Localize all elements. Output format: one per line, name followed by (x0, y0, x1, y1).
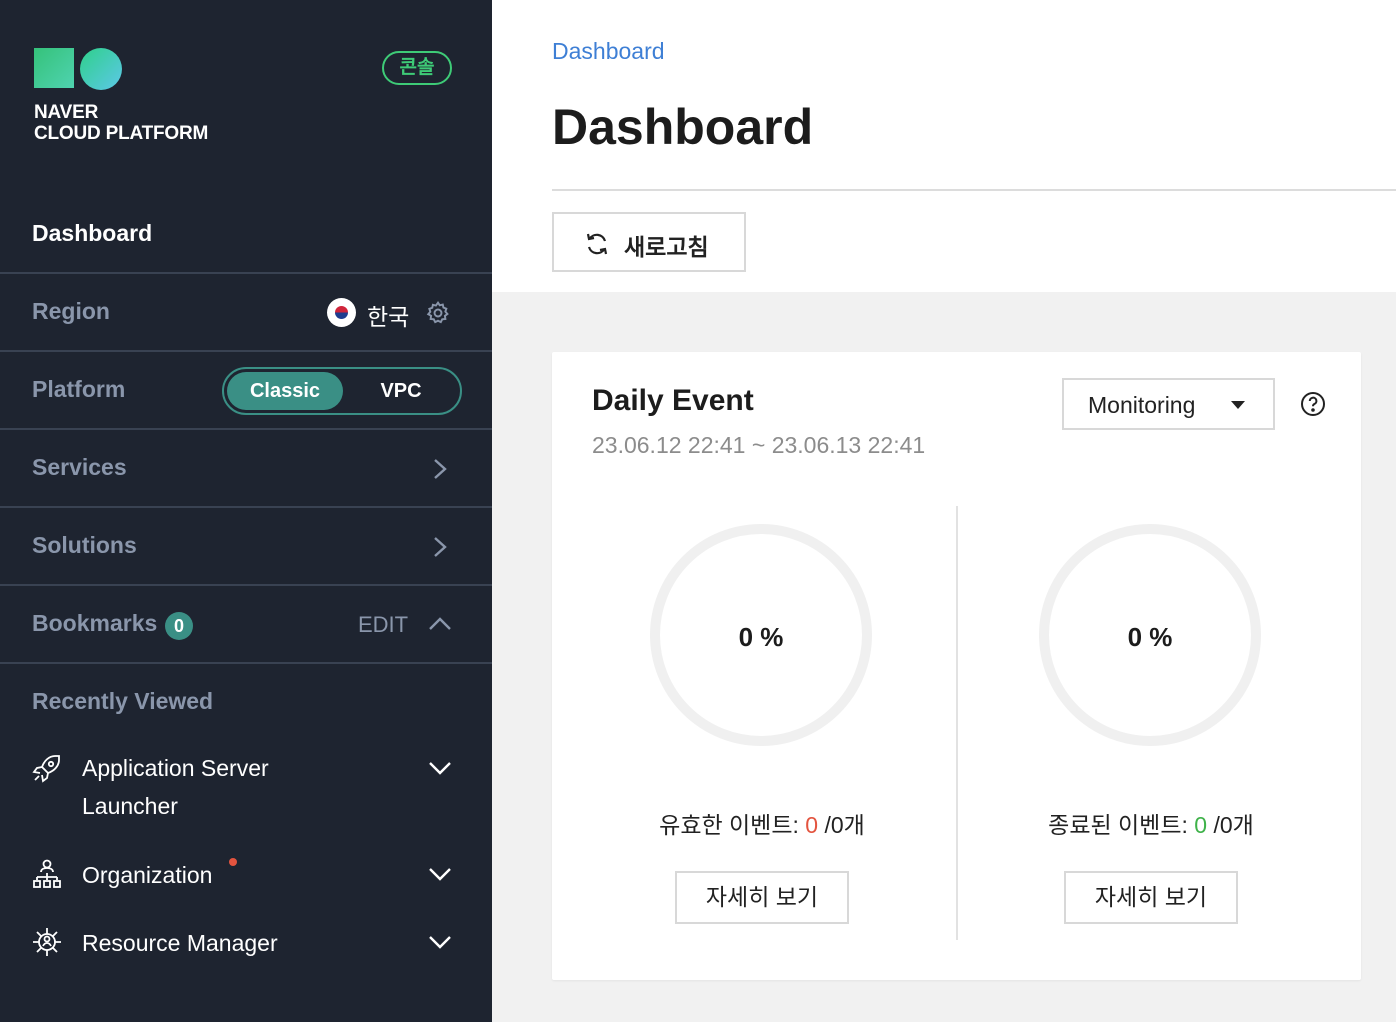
gauge-percent: 0 % (1127, 622, 1173, 652)
chevron-down-icon[interactable] (428, 866, 452, 882)
closed-events-stat: 종료된 이벤트: 0 /0개 (971, 806, 1331, 840)
platform-label: Platform (32, 376, 126, 402)
recently-viewed-label: Recently Viewed (32, 688, 214, 714)
rocket-icon (32, 755, 60, 783)
region-label: Region (32, 298, 110, 324)
date-range: 23.06.12 22:41 ~ 23.06.13 22:41 (592, 432, 926, 458)
bookmarks-label: Bookmarks (32, 610, 158, 636)
solutions-label: Solutions (32, 532, 137, 558)
nav-solutions[interactable]: Solutions (0, 506, 492, 584)
chevron-down-icon[interactable] (428, 760, 452, 776)
card-title: Daily Event (592, 384, 754, 417)
bookmarks-count-badge: 0 (165, 612, 193, 640)
chevron-down-icon[interactable] (428, 934, 452, 950)
korea-flag-icon (327, 298, 356, 327)
platform-option-vpc[interactable]: VPC (344, 372, 458, 410)
org-chart-icon (33, 859, 61, 888)
stat-count: 0 (1194, 812, 1208, 838)
recently-viewed-section: Recently Viewed (0, 662, 492, 1022)
platform-toggle: Classic VPC (222, 367, 462, 415)
region-value[interactable]: 한국 (367, 298, 409, 332)
bookmarks-edit-button[interactable]: EDIT (358, 612, 408, 638)
notification-dot (229, 858, 237, 866)
stat-label: 종료된 이벤트: (1048, 812, 1195, 838)
recent-item-label: Resource Manager (82, 930, 278, 956)
stat-total: /0개 (818, 812, 865, 838)
logo-mark-icon (34, 48, 124, 90)
logo-line1: NAVER (34, 102, 99, 123)
sidebar: NAVER CLOUD PLATFORM 콘솔 Dashboard Region… (0, 0, 492, 1022)
console-badge[interactable]: 콘솔 (382, 51, 452, 85)
chevron-right-icon (434, 459, 447, 479)
column-separator (956, 506, 958, 940)
caret-down-icon (1231, 401, 1245, 409)
gear-icon[interactable] (425, 300, 451, 326)
naver-cloud-logo[interactable]: NAVER CLOUD PLATFORM (34, 48, 208, 144)
refresh-icon (586, 233, 608, 255)
nav-bookmarks: Bookmarks 0 EDIT (0, 584, 492, 662)
platform-row: Platform Classic VPC (0, 350, 492, 428)
chevron-up-icon[interactable] (428, 616, 452, 632)
recent-item-label-line2: Launcher (82, 793, 178, 819)
breadcrumb[interactable]: Dashboard (552, 38, 665, 65)
stat-total: /0개 (1207, 812, 1254, 838)
logo-line2: CLOUD PLATFORM (34, 123, 209, 144)
chevron-right-icon (434, 537, 447, 557)
main-header: Dashboard Dashboard 새로고침 (492, 0, 1396, 292)
monitoring-select[interactable]: Monitoring (1062, 378, 1275, 430)
closed-events-gauge: 0 % (1039, 524, 1261, 746)
refresh-button[interactable]: 새로고침 (552, 212, 746, 272)
recent-item-label: Application Server (82, 755, 269, 781)
platform-option-classic[interactable]: Classic (227, 372, 343, 410)
help-circle-icon[interactable] (1300, 391, 1326, 417)
recent-item-label: Organization (82, 862, 213, 888)
stat-label: 유효한 이벤트: (659, 812, 806, 838)
refresh-label: 새로고침 (624, 234, 709, 260)
gauge-percent: 0 % (738, 622, 784, 652)
select-value: Monitoring (1088, 392, 1196, 418)
stat-count: 0 (805, 812, 819, 838)
page-title: Dashboard (552, 99, 814, 155)
nav-dashboard[interactable]: Dashboard (32, 220, 152, 247)
resource-manager-icon (33, 928, 61, 956)
valid-events-stat: 유효한 이벤트: 0 /0개 (582, 806, 942, 840)
region-row: Region 한국 (0, 272, 492, 350)
valid-events-detail-button[interactable]: 자세히 보기 (675, 871, 849, 924)
header-divider (552, 189, 1396, 191)
valid-events-gauge: 0 % (650, 524, 872, 746)
daily-event-card: Daily Event 23.06.12 22:41 ~ 23.06.13 22… (552, 352, 1361, 980)
closed-events-detail-button[interactable]: 자세히 보기 (1064, 871, 1238, 924)
nav-services[interactable]: Services (0, 428, 492, 506)
services-label: Services (32, 454, 127, 480)
